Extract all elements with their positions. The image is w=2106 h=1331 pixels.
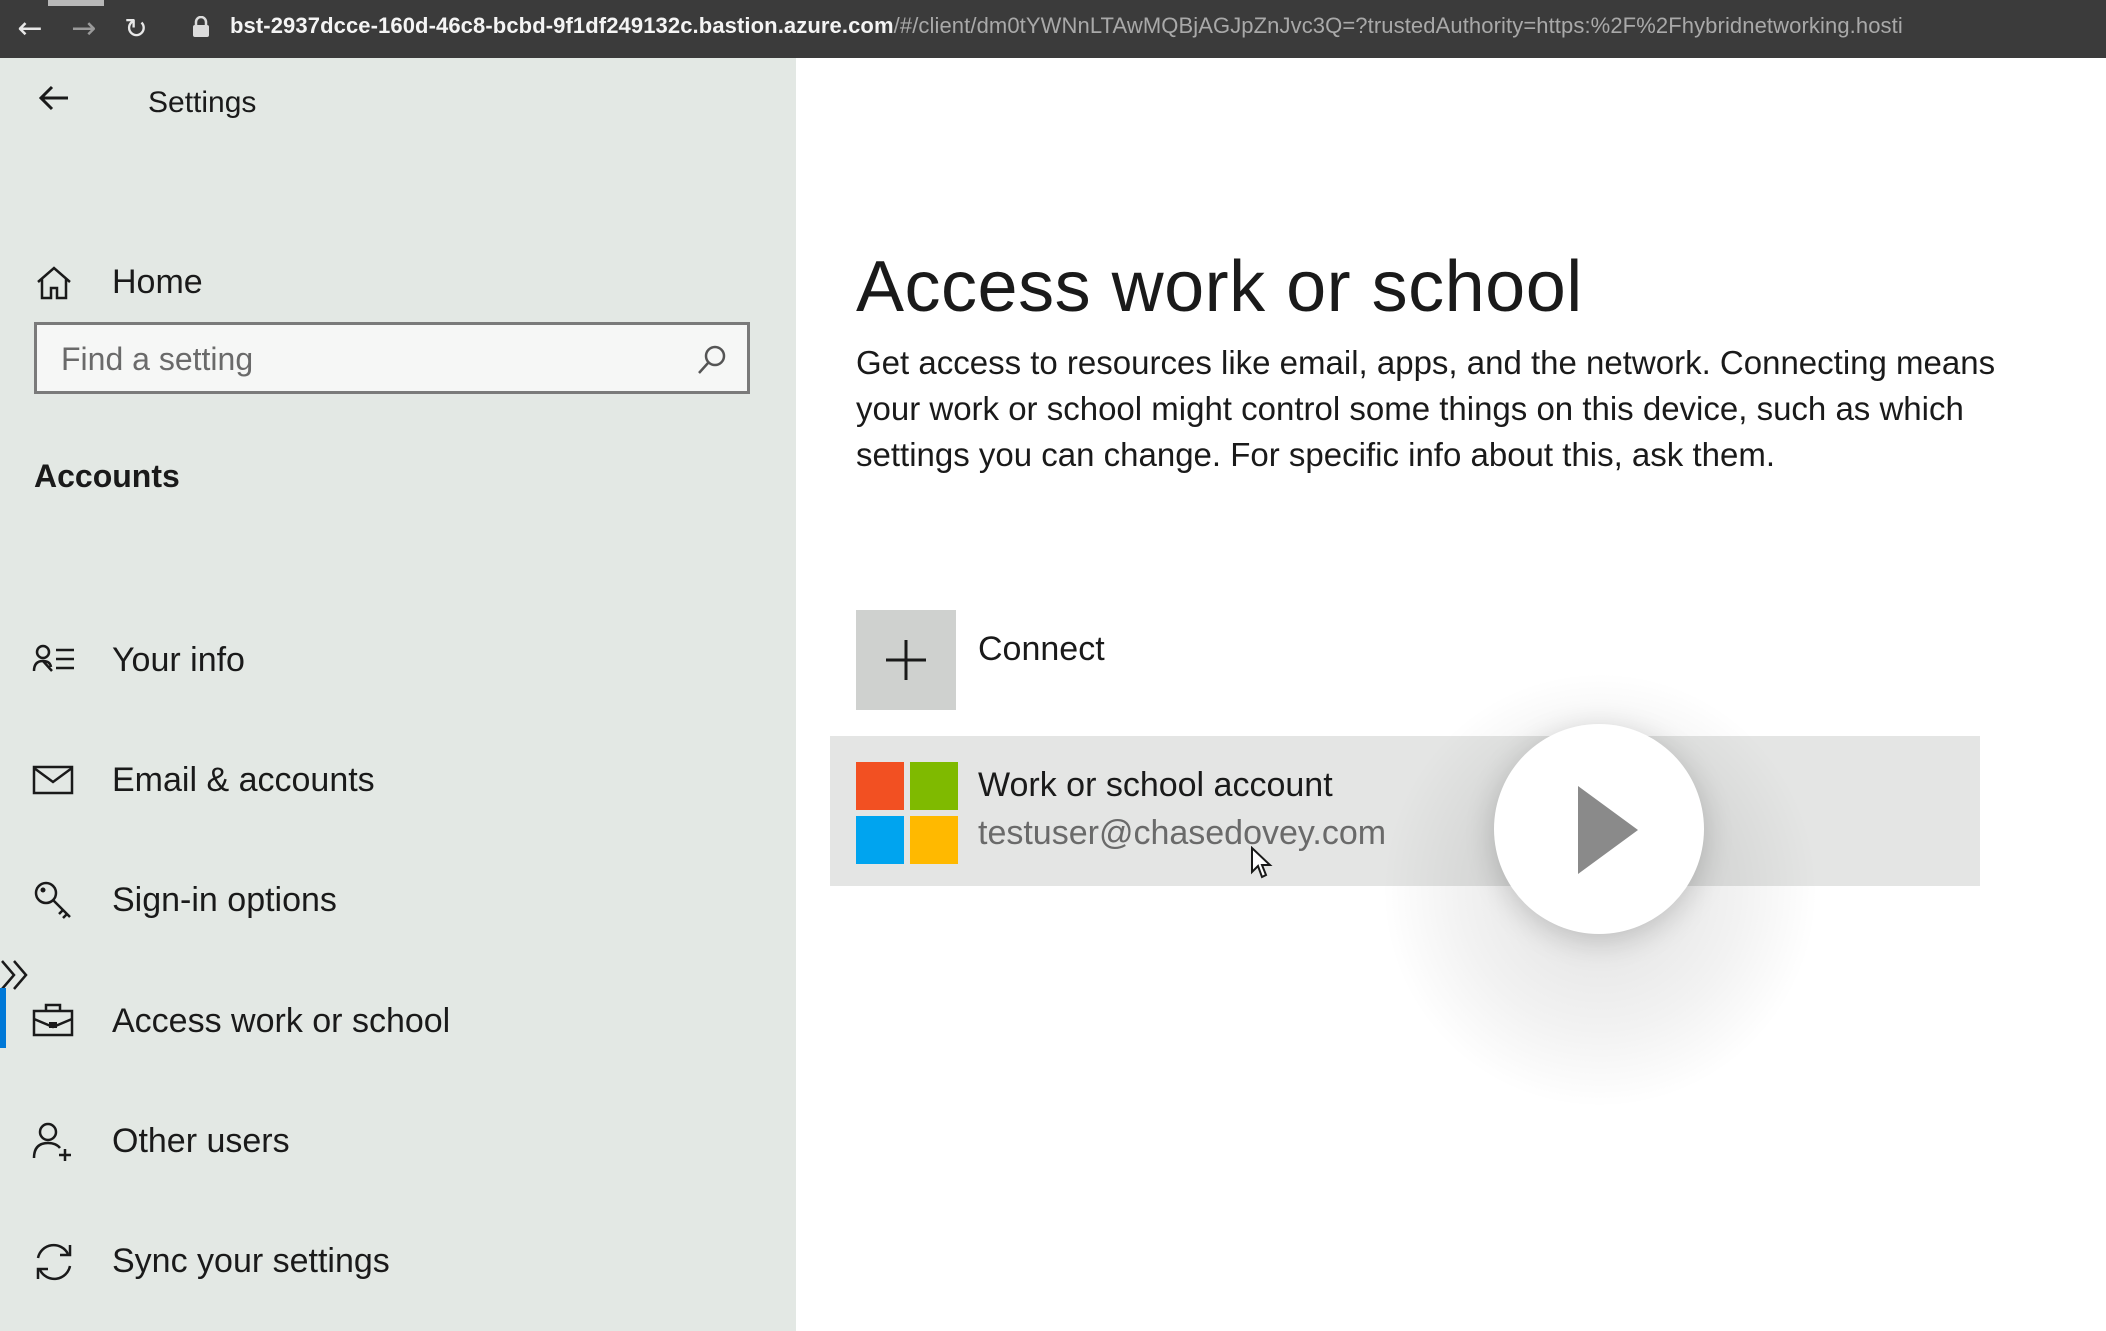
account-name: Work or school account — [978, 766, 1333, 804]
selection-indicator — [0, 988, 6, 1048]
sidebar-item-access-work-or-school[interactable]: Access work or school — [0, 982, 796, 1062]
sidebar-item-email-accounts[interactable]: Email & accounts — [0, 741, 796, 821]
logo-square-red — [856, 762, 904, 810]
url-host: bst-2937dcce-160d-46c8-bcbd-9f1df249132c… — [230, 13, 894, 38]
main-content: Access work or school Get access to reso… — [796, 58, 2106, 1331]
connect-button[interactable]: Connect — [856, 610, 1456, 712]
search-input[interactable] — [61, 339, 661, 379]
lock-icon[interactable] — [192, 16, 210, 38]
address-bar[interactable]: bst-2937dcce-160d-46c8-bcbd-9f1df249132c… — [230, 13, 2106, 39]
logo-square-green — [910, 762, 958, 810]
key-icon — [34, 881, 71, 919]
sidebar-item-your-info[interactable]: Your info — [0, 621, 796, 701]
mail-icon — [32, 765, 74, 795]
connect-tile[interactable] — [856, 610, 956, 710]
settings-sidebar: Settings Home Accounts Your info Email &… — [0, 58, 796, 1331]
sidebar-item-label: Access work or school — [112, 1002, 451, 1040]
person-add-icon — [32, 1122, 71, 1161]
sidebar-item-label: Your info — [112, 641, 245, 679]
mouse-cursor-icon — [1251, 846, 1273, 879]
settings-title: Settings — [148, 86, 257, 119]
browser-reload-icon[interactable]: ↻ — [118, 10, 154, 46]
sidebar-item-label: Sync your settings — [112, 1242, 390, 1280]
browser-forward-icon[interactable]: → — [66, 10, 102, 46]
account-email: testuser@chasedovey.com — [978, 814, 1387, 852]
page-description: Get access to resources like email, apps… — [856, 344, 1996, 473]
microsoft-logo-icon — [856, 762, 958, 864]
home-icon — [37, 266, 71, 300]
play-icon — [1578, 786, 1638, 874]
briefcase-icon — [32, 1003, 74, 1037]
sidebar-item-label: Other users — [112, 1122, 290, 1160]
video-play-button[interactable] — [1494, 724, 1704, 934]
connect-label: Connect — [978, 630, 1105, 668]
logo-square-yellow — [910, 816, 958, 864]
sidebar-item-label: Home — [112, 263, 203, 301]
section-heading-accounts: Accounts — [34, 458, 180, 494]
sidebar-item-other-users[interactable]: Other users — [0, 1102, 796, 1182]
find-setting-search[interactable] — [34, 322, 750, 394]
person-list-icon — [32, 644, 74, 672]
tab-indicator[interactable] — [48, 0, 104, 6]
sidebar-item-sync-your-settings[interactable]: Sync your settings — [0, 1222, 796, 1302]
sync-icon — [36, 1243, 72, 1281]
url-path: /#/client/dm0tYWNnLTAwMQBjAGJpZnJvc3Q=?t… — [893, 13, 1903, 38]
sidebar-item-home[interactable]: Home — [0, 243, 796, 323]
page-title: Access work or school — [856, 247, 1583, 328]
sidebar-item-label: Email & accounts — [112, 761, 375, 799]
browser-back-icon[interactable]: ← — [12, 10, 48, 46]
browser-toolbar: ← → ↻ bst-2937dcce-160d-46c8-bcbd-9f1df2… — [0, 0, 2106, 58]
logo-square-blue — [856, 816, 904, 864]
sidebar-item-label: Sign-in options — [112, 881, 337, 919]
back-arrow-icon[interactable] — [34, 78, 74, 118]
search-icon[interactable] — [695, 343, 729, 377]
plus-icon — [886, 640, 926, 680]
sidebar-item-sign-in-options[interactable]: Sign-in options — [0, 861, 796, 941]
